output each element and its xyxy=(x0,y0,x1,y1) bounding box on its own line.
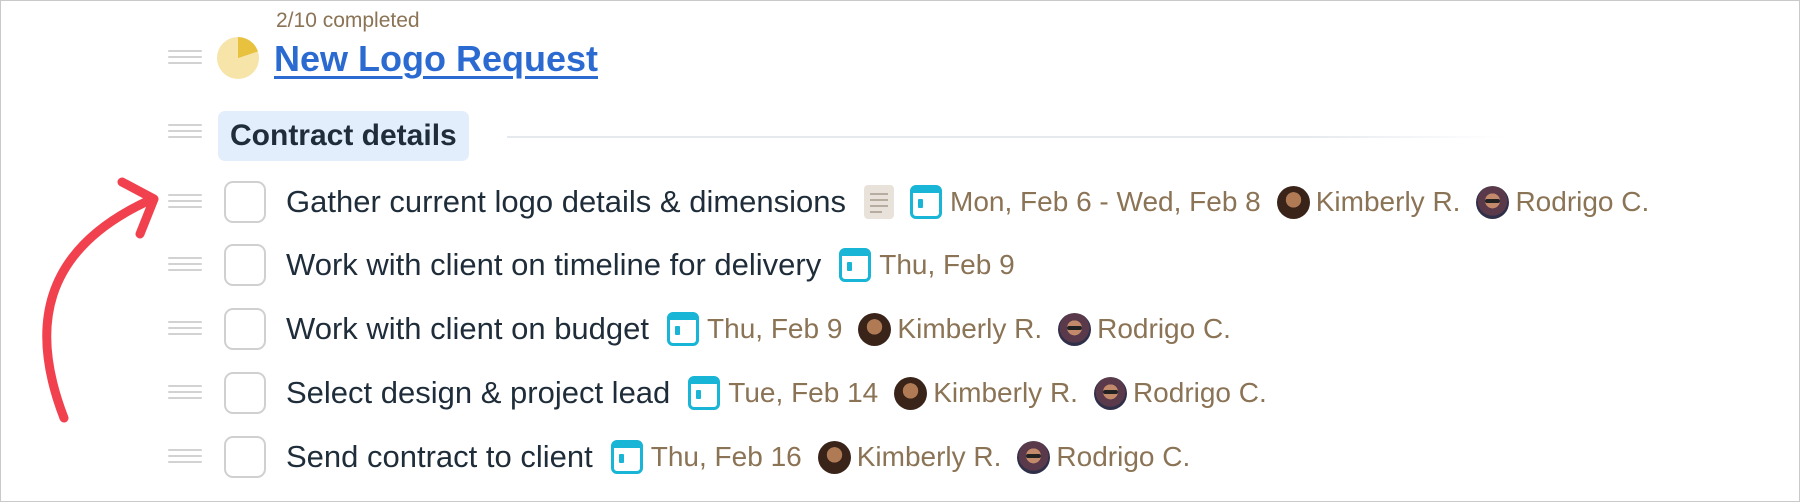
task-drag-handle[interactable] xyxy=(168,194,202,208)
section-title: Contract details xyxy=(230,119,457,152)
avatar xyxy=(1093,376,1127,410)
task-checkbox[interactable] xyxy=(224,372,266,414)
assignee-name[interactable]: Kimberly R. xyxy=(857,441,1002,473)
task-name[interactable]: Select design & project lead xyxy=(286,375,670,411)
assignee-name[interactable]: Rodrigo C. xyxy=(1515,186,1649,218)
task-date[interactable]: Thu, Feb 9 xyxy=(707,313,842,345)
avatar xyxy=(817,440,851,474)
assignee-name[interactable]: Rodrigo C. xyxy=(1133,377,1267,409)
section-drag-handle[interactable] xyxy=(168,124,202,138)
task-row[interactable]: Work with client on timeline for deliver… xyxy=(224,242,1031,288)
task-name[interactable]: Work with client on budget xyxy=(286,311,649,347)
task-date[interactable]: Thu, Feb 9 xyxy=(879,249,1014,281)
project-title-link[interactable]: New Logo Request xyxy=(274,38,598,80)
task-name[interactable]: Send contract to client xyxy=(286,439,593,475)
avatar xyxy=(858,312,892,346)
assignee-name[interactable]: Rodrigo C. xyxy=(1056,441,1190,473)
task-checkbox[interactable] xyxy=(224,308,266,350)
avatar xyxy=(1476,185,1510,219)
task-row[interactable]: Select design & project lead Tue, Feb 14… xyxy=(224,370,1283,416)
task-date[interactable]: Mon, Feb 6 - Wed, Feb 8 xyxy=(950,186,1261,218)
calendar-icon xyxy=(688,376,721,410)
assignee-name[interactable]: Kimberly R. xyxy=(933,377,1078,409)
task-drag-handle[interactable] xyxy=(168,321,202,335)
task-row[interactable]: Gather current logo details & dimensions… xyxy=(224,179,1665,225)
project-drag-handle[interactable] xyxy=(168,50,202,64)
task-date[interactable]: Thu, Feb 16 xyxy=(651,441,802,473)
avatar xyxy=(894,376,928,410)
task-date[interactable]: Tue, Feb 14 xyxy=(728,377,878,409)
assignee-name[interactable]: Rodrigo C. xyxy=(1097,313,1231,345)
task-drag-handle[interactable] xyxy=(168,257,202,271)
progress-text: 2/10 completed xyxy=(276,9,420,32)
avatar xyxy=(1276,185,1310,219)
assignee-name[interactable]: Kimberly R. xyxy=(897,313,1042,345)
task-name[interactable]: Work with client on timeline for deliver… xyxy=(286,247,821,283)
assignee-name[interactable]: Kimberly R. xyxy=(1316,186,1461,218)
task-checkbox[interactable] xyxy=(224,436,266,478)
task-drag-handle[interactable] xyxy=(168,385,202,399)
note-icon[interactable] xyxy=(864,185,895,219)
avatar xyxy=(1017,440,1051,474)
calendar-icon xyxy=(667,312,700,346)
task-name[interactable]: Gather current logo details & dimensions xyxy=(286,184,846,220)
section-header[interactable]: Contract details xyxy=(218,111,469,161)
avatar xyxy=(1058,312,1092,346)
section-divider xyxy=(507,136,1507,138)
progress-pie-icon xyxy=(217,37,259,79)
task-checkbox[interactable] xyxy=(224,244,266,286)
task-checkbox[interactable] xyxy=(224,181,266,223)
task-row[interactable]: Work with client on budget Thu, Feb 9 Ki… xyxy=(224,306,1247,352)
annotation-arrow-icon xyxy=(42,177,159,423)
task-drag-handle[interactable] xyxy=(168,449,202,463)
calendar-icon xyxy=(839,248,872,282)
task-row[interactable]: Send contract to client Thu, Feb 16 Kimb… xyxy=(224,434,1206,480)
calendar-icon xyxy=(910,185,943,219)
calendar-icon xyxy=(610,440,643,474)
